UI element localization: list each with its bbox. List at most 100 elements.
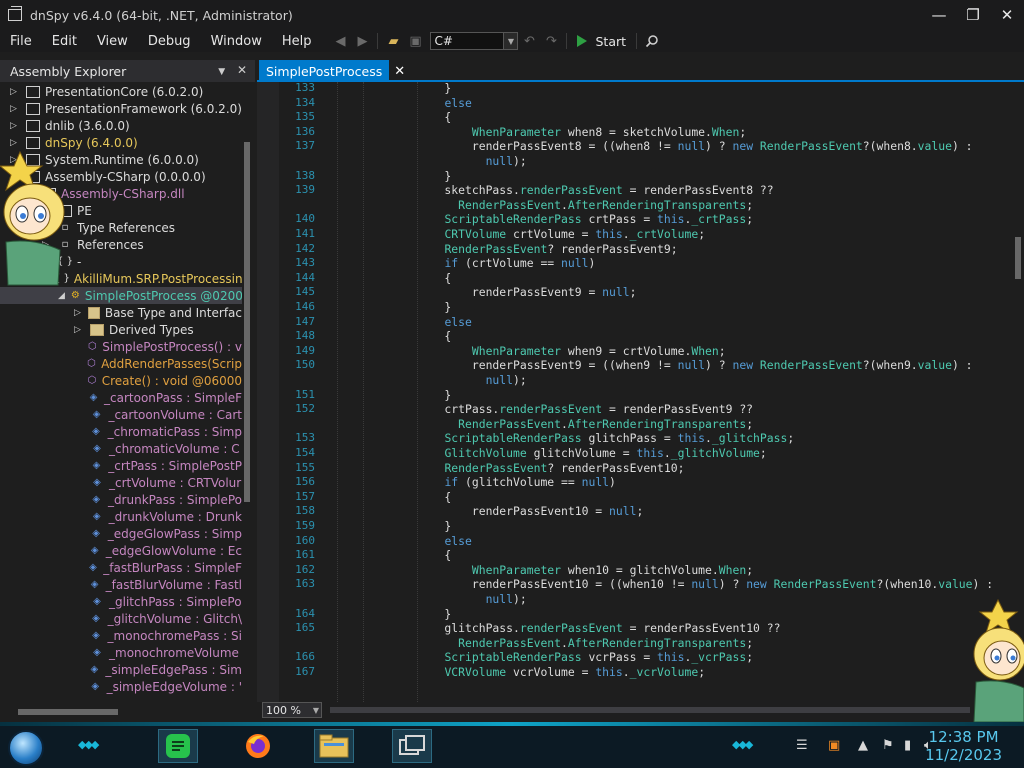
system-clock[interactable]: 12:38 PM 11/2/2023 — [925, 728, 1002, 764]
document-tab-strip: SimplePostProcess ✕ — [257, 60, 1024, 82]
tree-item[interactable]: ▷ PresentationFramework (6.0.2.0) — [0, 100, 242, 117]
tray-app-icon[interactable]: ▣ — [828, 738, 840, 753]
tree-item[interactable]: ◈ _monochromePass : Si — [0, 627, 242, 644]
tree-item[interactable]: ▷ dnSpy (6.4.0.0) — [0, 134, 242, 151]
tree-item[interactable]: ⬡ AddRenderPasses(Scrip — [0, 355, 242, 372]
save-icon[interactable]: ▣ — [404, 31, 426, 51]
close-icon[interactable]: ✕ — [237, 63, 247, 77]
code-editor[interactable]: 133 } 134 else 135 {136 WhenParameter when… — [257, 82, 1024, 702]
tree-item[interactable]: ⬡ Create() : void @06000 — [0, 372, 242, 389]
toolbar-separator — [566, 33, 568, 49]
undo-icon[interactable]: ↶ — [518, 31, 540, 51]
action-center-flag-icon[interactable]: ⚑ — [882, 738, 894, 753]
code-token: crtPass. — [417, 402, 500, 417]
tree-item[interactable]: ◈ _glitchPass : SimplePo — [0, 593, 242, 610]
tree-item[interactable]: ◈ _crtPass : SimplePostP — [0, 457, 242, 474]
open-folder-icon[interactable]: ▰ — [382, 31, 404, 51]
scroll-thumb[interactable] — [244, 142, 250, 502]
taskbar-app-file-explorer[interactable] — [314, 729, 354, 763]
tree-item[interactable]: ▷ dnlib (3.6.0.0) — [0, 117, 242, 134]
search-icon[interactable] — [641, 31, 663, 51]
start-debug-button[interactable]: Start — [577, 34, 626, 49]
tree-item[interactable]: ◈ _monochromeVolume — [0, 644, 242, 661]
tree-item[interactable]: ◈ _chromaticPass : Simp — [0, 423, 242, 440]
tree-item[interactable]: ⬡ SimplePostProcess() : v — [0, 338, 242, 355]
tree-item-label: PresentationFramework (6.0.2.0) — [45, 101, 242, 116]
scroll-thumb[interactable] — [18, 709, 118, 715]
code-token: null — [602, 285, 630, 300]
taskbar-app-notes[interactable] — [158, 729, 198, 763]
code-token: . — [622, 665, 630, 679]
tree-item[interactable]: ▷ PresentationCore (6.0.2.0) — [0, 83, 242, 100]
expand-icon[interactable]: ▷ — [10, 121, 20, 131]
tree-item[interactable]: ◈ _cartoonVolume : Cart — [0, 406, 242, 423]
menu-edit[interactable]: Edit — [42, 34, 87, 49]
navigate-forward-icon[interactable]: ▶ — [351, 31, 373, 51]
scroll-thumb[interactable] — [330, 707, 970, 713]
network-icon[interactable]: ▮ — [904, 738, 911, 753]
code-token: } — [417, 387, 452, 402]
tree-item-label: System.Runtime (6.0.0.0) — [45, 152, 199, 167]
show-hidden-icons-icon[interactable]: ▲ — [858, 738, 868, 753]
tree-item[interactable]: ◈ _crtVolume : CRTVolur — [0, 474, 242, 491]
tree-item[interactable]: ◈ _edgeGlowVolume : Ec — [0, 542, 242, 559]
tree-item[interactable]: ◈ _fastBlurVolume : Fastl — [0, 576, 242, 593]
menu-view[interactable]: View — [87, 34, 138, 49]
editor-horizontal-scrollbar[interactable] — [330, 706, 1020, 714]
navigate-back-icon[interactable]: ◀ — [329, 31, 351, 51]
redo-icon[interactable]: ↷ — [540, 31, 562, 51]
indent-guide — [363, 82, 364, 702]
explorer-horizontal-scrollbar[interactable] — [8, 708, 236, 716]
menu-window[interactable]: Window — [201, 34, 272, 49]
tree-item-label: _drunkVolume : Drunk — [108, 509, 242, 524]
minimize-button[interactable]: — — [922, 0, 956, 30]
expand-icon[interactable]: ▷ — [74, 325, 84, 335]
explorer-vertical-scrollbar[interactable] — [243, 82, 251, 702]
line-number: 154 — [295, 446, 315, 459]
taskbar-decoration: ◆◆◆ — [732, 738, 753, 751]
cartoon-character-sticker — [0, 150, 65, 286]
tree-item[interactable]: ▷ Derived Types — [0, 321, 242, 338]
language-select[interactable]: C# ▼ — [430, 32, 519, 50]
taskbar-task-view[interactable] — [392, 729, 432, 763]
tree-item[interactable]: ◈ _drunkVolume : Drunk — [0, 508, 242, 525]
tree-item[interactable]: ◈ _fastBlurPass : SimpleF — [0, 559, 242, 576]
code-token: RenderPassEvent — [759, 358, 863, 373]
expand-icon[interactable]: ▷ — [74, 308, 82, 318]
tree-item[interactable]: ▷ Base Type and Interfac — [0, 304, 242, 321]
field-icon: ◈ — [92, 494, 101, 505]
collapse-icon[interactable]: ◢ — [58, 291, 65, 301]
expand-icon[interactable]: ▷ — [10, 104, 20, 114]
tab-simplepostprocess[interactable]: SimplePostProcess ✕ — [259, 60, 405, 82]
notification-center-icon[interactable]: ☰ — [796, 738, 808, 753]
menu-debug[interactable]: Debug — [138, 34, 201, 49]
start-button[interactable] — [8, 730, 44, 766]
tree-item[interactable]: ◈ _cartoonPass : SimpleF — [0, 389, 242, 406]
tree-item[interactable]: ◈ _simpleEdgeVolume : ' — [0, 678, 242, 695]
menu-help[interactable]: Help — [272, 34, 322, 49]
code-token: sketchPass. — [417, 183, 520, 198]
line-number: 143 — [295, 256, 315, 270]
menu-file[interactable]: File — [0, 34, 42, 49]
maximize-button[interactable]: ❐ — [956, 0, 990, 30]
close-button[interactable]: ✕ — [990, 0, 1024, 30]
tree-item[interactable]: ◈ _drunkPass : SimplePo — [0, 491, 242, 508]
tree-item[interactable]: ◈ _glitchVolume : Glitch\ — [0, 610, 242, 627]
dropdown-icon[interactable]: ▼ — [218, 67, 225, 77]
field-icon: ◈ — [90, 664, 99, 675]
tree-item[interactable]: ◈ _chromaticVolume : C — [0, 440, 242, 457]
taskbar-app-firefox[interactable] — [238, 729, 278, 763]
expand-icon[interactable]: ▷ — [10, 87, 20, 97]
code-token: renderPassEvent9 = — [417, 285, 603, 300]
tree-item[interactable]: ◈ _edgeGlowPass : Simp — [0, 525, 242, 542]
scroll-thumb[interactable] — [1015, 237, 1021, 279]
tree-item[interactable]: ◈ _simpleEdgePass : Sim — [0, 661, 242, 678]
close-tab-icon[interactable]: ✕ — [394, 64, 405, 79]
code-token: glitchVolume = — [526, 446, 637, 460]
tree-item-label: _edgeGlowPass : Simp — [107, 526, 242, 541]
zoom-select[interactable]: 100 % ▼ — [262, 702, 322, 718]
expand-icon[interactable]: ▷ — [10, 138, 20, 148]
